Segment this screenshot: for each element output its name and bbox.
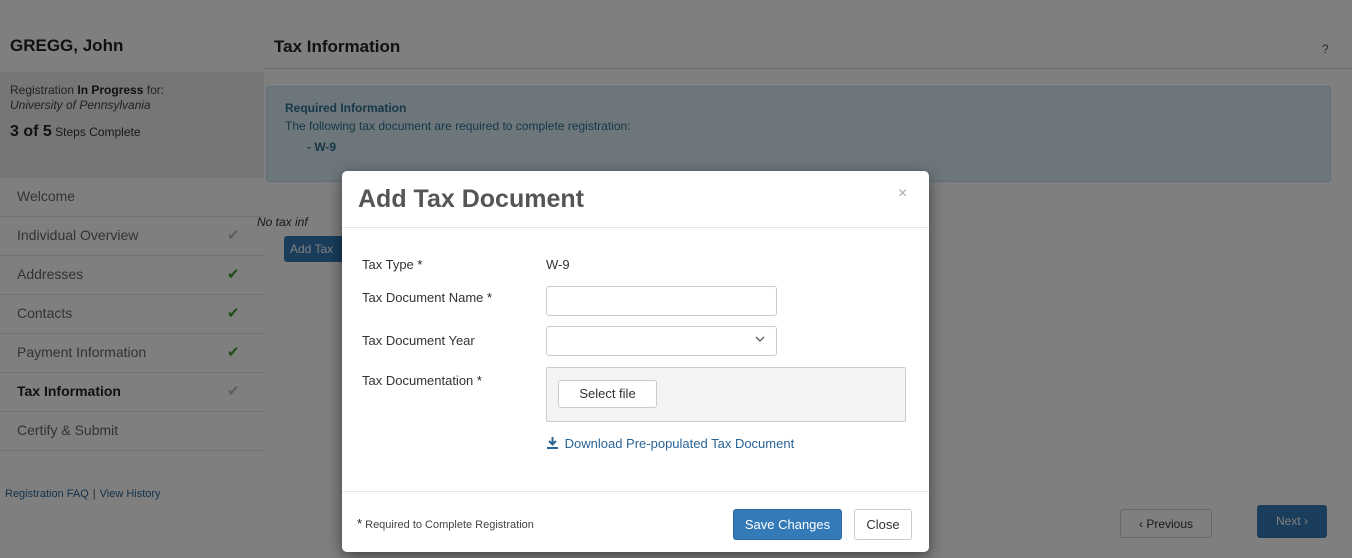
- required-star-icon: *: [487, 290, 493, 305]
- required-note: * Required to Complete Registration: [357, 516, 534, 531]
- modal-header: Add Tax Document ×: [342, 171, 929, 228]
- tax-document-name-input[interactable]: [546, 286, 777, 316]
- select-file-button[interactable]: Select file: [558, 380, 657, 408]
- download-icon: [547, 436, 562, 451]
- tax-type-label: Tax Type *: [362, 257, 423, 272]
- tax-document-year-select[interactable]: [546, 326, 777, 356]
- tax-document-name-label: Tax Document Name *: [362, 290, 493, 305]
- tax-documentation-label: Tax Documentation *: [362, 373, 482, 388]
- close-icon[interactable]: ×: [898, 185, 907, 203]
- modal-footer: * Required to Complete Registration Save…: [342, 491, 929, 552]
- save-changes-button[interactable]: Save Changes: [733, 509, 842, 540]
- required-star-icon: *: [357, 516, 363, 531]
- required-star-icon: *: [417, 257, 423, 272]
- required-star-icon: *: [476, 373, 482, 388]
- close-button[interactable]: Close: [854, 509, 912, 540]
- tax-type-value: W-9: [546, 257, 570, 272]
- file-upload-area[interactable]: Select file: [546, 367, 906, 422]
- chevron-down-icon: [754, 333, 766, 348]
- modal-title: Add Tax Document: [358, 185, 584, 213]
- add-tax-document-modal: Add Tax Document × Tax Type * W-9 Tax Do…: [342, 171, 929, 552]
- tax-document-year-label: Tax Document Year: [362, 333, 475, 348]
- download-tax-document-link[interactable]: Download Pre-populated Tax Document: [547, 436, 794, 451]
